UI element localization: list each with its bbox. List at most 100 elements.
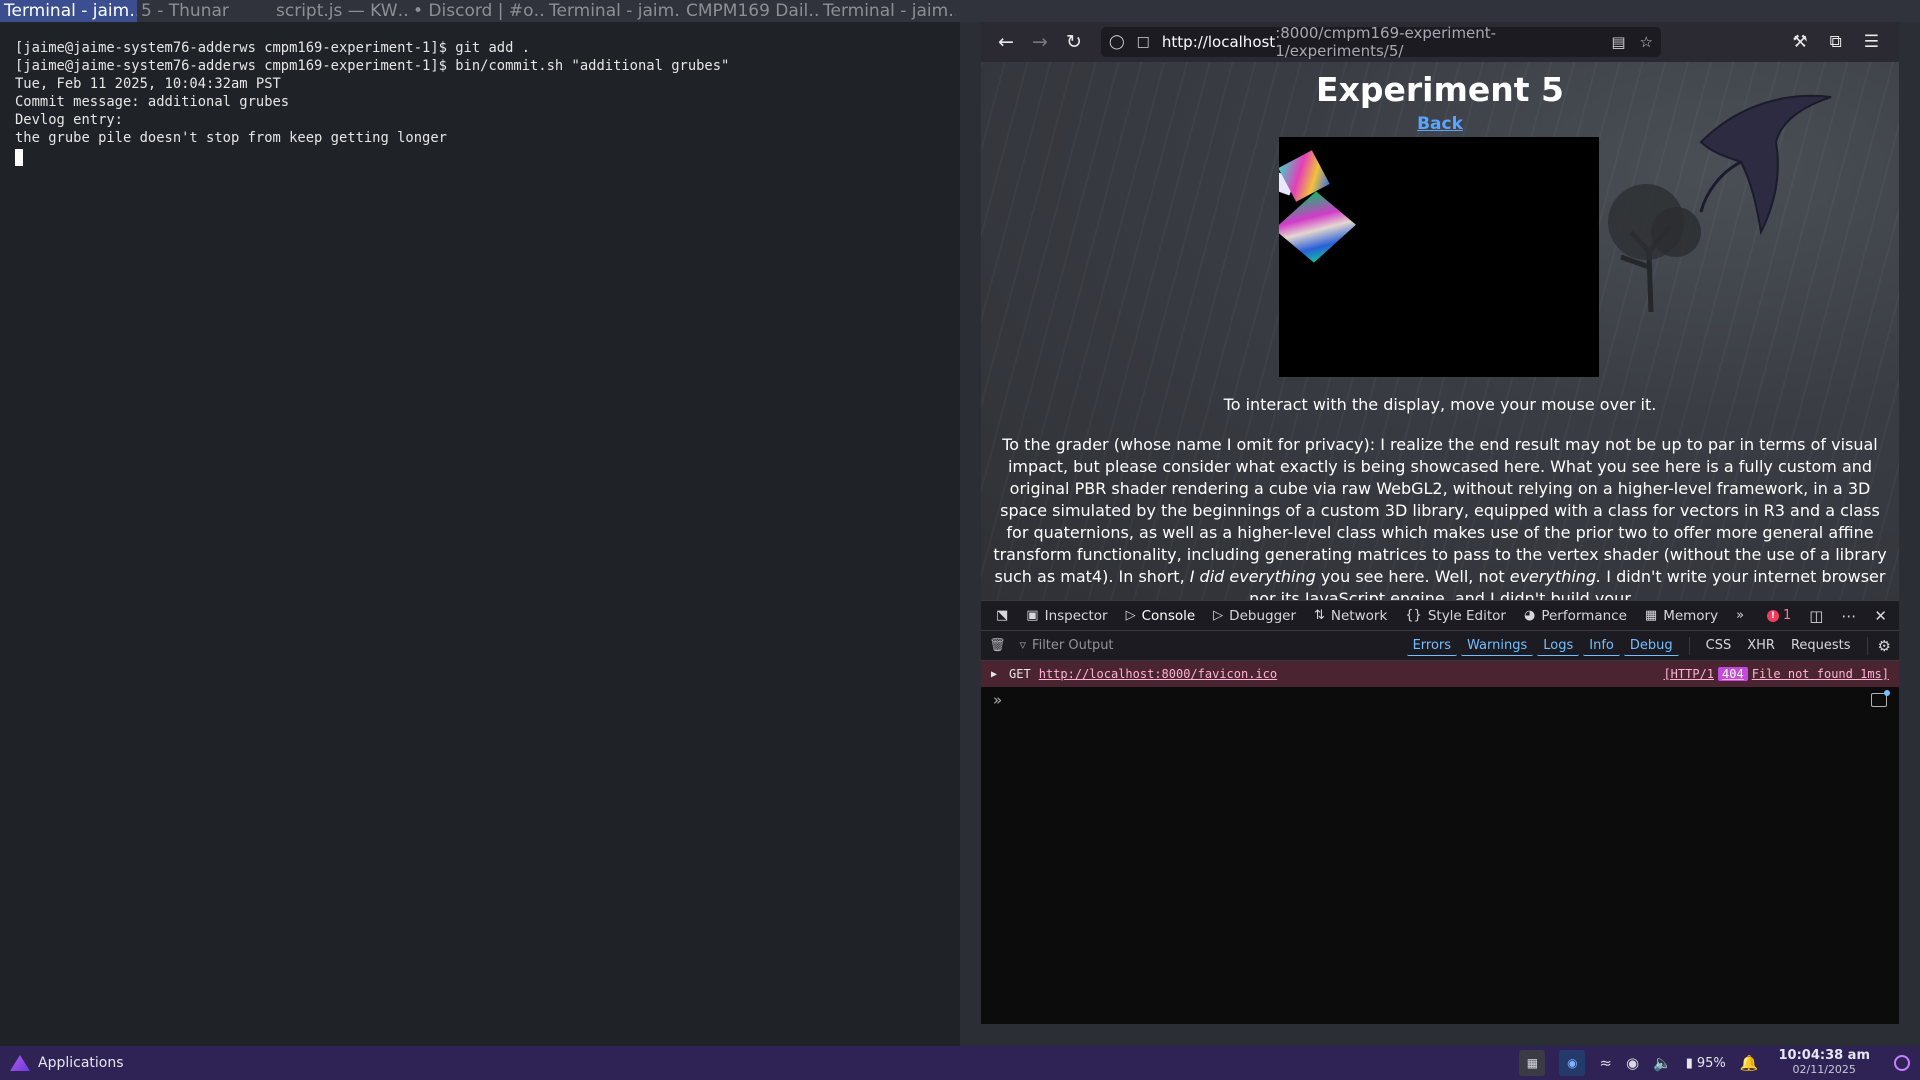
tab-memory[interactable]: ▦ Memory: [1636, 601, 1727, 631]
shield-icon[interactable]: ◯: [1109, 34, 1125, 50]
app-launcher-icon: [10, 1055, 30, 1071]
url-bar[interactable]: ◯ □ http://localhost:8000/cmpm169-experi…: [1101, 24, 1661, 60]
window-tab[interactable]: script.js — KW…: [272, 0, 409, 22]
editor-mode-icon[interactable]: [1871, 690, 1890, 707]
filter-warnings[interactable]: Warnings: [1461, 635, 1534, 656]
terminal-line: Tue, Feb 11 2025, 10:04:32am PST: [15, 76, 281, 92]
clock[interactable]: 10:04:38 am 02/11/2025: [1778, 1049, 1870, 1077]
console-icon: ▷: [1125, 608, 1136, 623]
window-tab[interactable]: Terminal - jaim…: [0, 0, 137, 22]
reader-view-icon[interactable]: ▤: [1611, 33, 1625, 51]
request-status[interactable]: [HTTP/1 404 File not found 1ms]: [1663, 667, 1889, 681]
bell-icon[interactable]: 🔔: [1740, 1054, 1759, 1072]
clock-time: 10:04:38 am: [1778, 1048, 1870, 1063]
grader-note: To the grader (whose name I omit for pri…: [993, 434, 1887, 600]
desktop-background: [1899, 22, 1920, 1046]
console-error-entry[interactable]: ▶ GET http://localhost:8000/favicon.ico …: [981, 661, 1899, 687]
wifi-icon[interactable]: ≈: [1599, 1054, 1612, 1072]
terminal-line: [jaime@jaime-system76-adderws cmpm169-ex…: [15, 58, 730, 74]
filter-debug[interactable]: Debug: [1623, 635, 1679, 656]
essay-emphasis: I did everything: [1189, 567, 1316, 586]
filter-logs[interactable]: Logs: [1537, 635, 1580, 656]
filter-css[interactable]: CSS: [1700, 636, 1738, 655]
tab-style-editor[interactable]: {} Style Editor: [1396, 601, 1515, 631]
error-count-badge[interactable]: ! 1: [1766, 608, 1792, 623]
battery-icon: ▮: [1685, 1055, 1693, 1071]
webgl-canvas[interactable]: [1279, 137, 1599, 377]
trash-icon[interactable]: 🗑: [989, 638, 1006, 653]
extensions-icon[interactable]: ⧉: [1830, 32, 1842, 52]
close-icon[interactable]: ✕: [1874, 607, 1887, 625]
battery-percent: 95%: [1696, 1055, 1726, 1071]
terminal-icon[interactable]: ▦: [1519, 1050, 1546, 1076]
tab-label: Performance: [1541, 607, 1627, 624]
request-method: GET: [1009, 667, 1031, 681]
reload-icon[interactable]: ↻: [1057, 27, 1091, 57]
window-tab[interactable]: Terminal - jaim…: [819, 0, 956, 22]
protocol: [HTTP/1: [1663, 667, 1715, 681]
filter-errors[interactable]: Errors: [1406, 635, 1458, 656]
tab-label: Debugger: [1229, 607, 1296, 624]
log-level-filters: Errors Warnings Logs Info Debug CSS XHR …: [1406, 635, 1891, 656]
menu-icon[interactable]: ☰: [1864, 32, 1879, 52]
battery-indicator[interactable]: ▮ 95%: [1686, 1056, 1726, 1071]
status-text: File not found 1ms]: [1751, 667, 1889, 681]
taskbar: Applications ▦ ◉ ≈ ◉ 🔈 ▮ 95% 🔔 10:04:38 a…: [0, 1046, 1920, 1080]
wrench-icon[interactable]: ⚒: [1792, 32, 1807, 52]
devtools-panel: ⬔ ▣ Inspector ▷ Console ▷ Debugger ⇅ Network…: [981, 600, 1899, 1024]
inspector-icon: ▣: [1026, 608, 1039, 623]
terminal-window[interactable]: [jaime@jaime-system76-adderws cmpm169-ex…: [0, 22, 960, 1046]
filter-info[interactable]: Info: [1583, 635, 1620, 656]
filter-output-input[interactable]: ▿ Filter Output: [1020, 638, 1114, 653]
error-count: 1: [1782, 608, 1792, 623]
tab-inspector[interactable]: ▣ Inspector: [1017, 601, 1116, 631]
console-toolbar: 🗑 ▿ Filter Output Errors Warnings Logs I…: [981, 631, 1899, 661]
filter-requests[interactable]: Requests: [1785, 636, 1857, 655]
window-tab[interactable]: CMPM169 Dail…: [682, 0, 819, 22]
browser-window: ← → ↻ ◯ □ http://localhost:8000/cmpm169-…: [981, 22, 1899, 1024]
terminal-line: Commit message: additional grubes: [15, 94, 290, 110]
more-options-icon[interactable]: ⋯: [1841, 607, 1856, 625]
forward-arrow-icon[interactable]: →: [1023, 27, 1057, 57]
expand-triangle-icon[interactable]: ▶: [991, 669, 997, 680]
cube-face-fragment: [1279, 191, 1356, 263]
element-picker-icon[interactable]: ⬔: [987, 601, 1017, 631]
page-icon[interactable]: □: [1137, 34, 1150, 50]
essay-emphasis: everything.: [1509, 567, 1602, 586]
page-viewport: Experiment 5 Back To interact with the d…: [981, 62, 1899, 600]
filter-icon: ▿: [1019, 638, 1027, 653]
window-tab[interactable]: Terminal - jaim…: [545, 0, 682, 22]
browser-navbar: ← → ↻ ◯ □ http://localhost:8000/cmpm169-…: [981, 22, 1899, 62]
window-tab[interactable]: 5 - Thunar: [137, 0, 272, 22]
back-arrow-icon[interactable]: ←: [989, 27, 1023, 57]
window-divider[interactable]: [960, 22, 981, 1046]
tab-console[interactable]: ▷ Console: [1117, 601, 1205, 631]
console-input[interactable]: »: [981, 687, 1899, 713]
devtools-tabbar: ⬔ ▣ Inspector ▷ Console ▷ Debugger ⇅ Network…: [981, 601, 1899, 631]
terminal-cursor: [15, 149, 23, 166]
dock-side-icon[interactable]: ◫: [1809, 607, 1823, 625]
filter-xhr[interactable]: XHR: [1741, 636, 1781, 655]
tab-network[interactable]: ⇅ Network: [1305, 601, 1396, 631]
request-url[interactable]: http://localhost:8000/favicon.ico: [1039, 667, 1277, 681]
url-host: http://localhost: [1161, 33, 1276, 51]
applications-label: Applications: [38, 1055, 124, 1071]
tab-debugger[interactable]: ▷ Debugger: [1204, 601, 1305, 631]
tab-label: Style Editor: [1427, 607, 1506, 624]
interaction-hint: To interact with the display, move your …: [1223, 395, 1657, 414]
applications-menu[interactable]: Applications: [10, 1055, 124, 1071]
settings-gear-icon[interactable]: ⚙: [1878, 637, 1891, 655]
volume-icon[interactable]: 🔈: [1653, 1054, 1672, 1072]
window-tab-bar: Terminal - jaim… 5 - Thunar script.js — …: [0, 0, 1920, 22]
prompt-chevron-icon: »: [993, 691, 1003, 709]
notifications-icon[interactable]: [1894, 1055, 1910, 1071]
discord-icon[interactable]: ◉: [1626, 1054, 1639, 1072]
window-tab[interactable]: • Discord | #o…: [409, 0, 545, 22]
essay-text: you see here. Well, not: [1315, 567, 1510, 586]
bookmark-star-icon[interactable]: ☆: [1640, 33, 1653, 51]
terminal-line: the grube pile doesn't stop from keep ge…: [15, 130, 447, 146]
more-tabs-icon[interactable]: »: [1727, 601, 1753, 631]
back-link[interactable]: Back: [981, 114, 1899, 134]
firefox-icon[interactable]: ◉: [1559, 1050, 1586, 1076]
tab-performance[interactable]: ◕ Performance: [1515, 601, 1636, 631]
